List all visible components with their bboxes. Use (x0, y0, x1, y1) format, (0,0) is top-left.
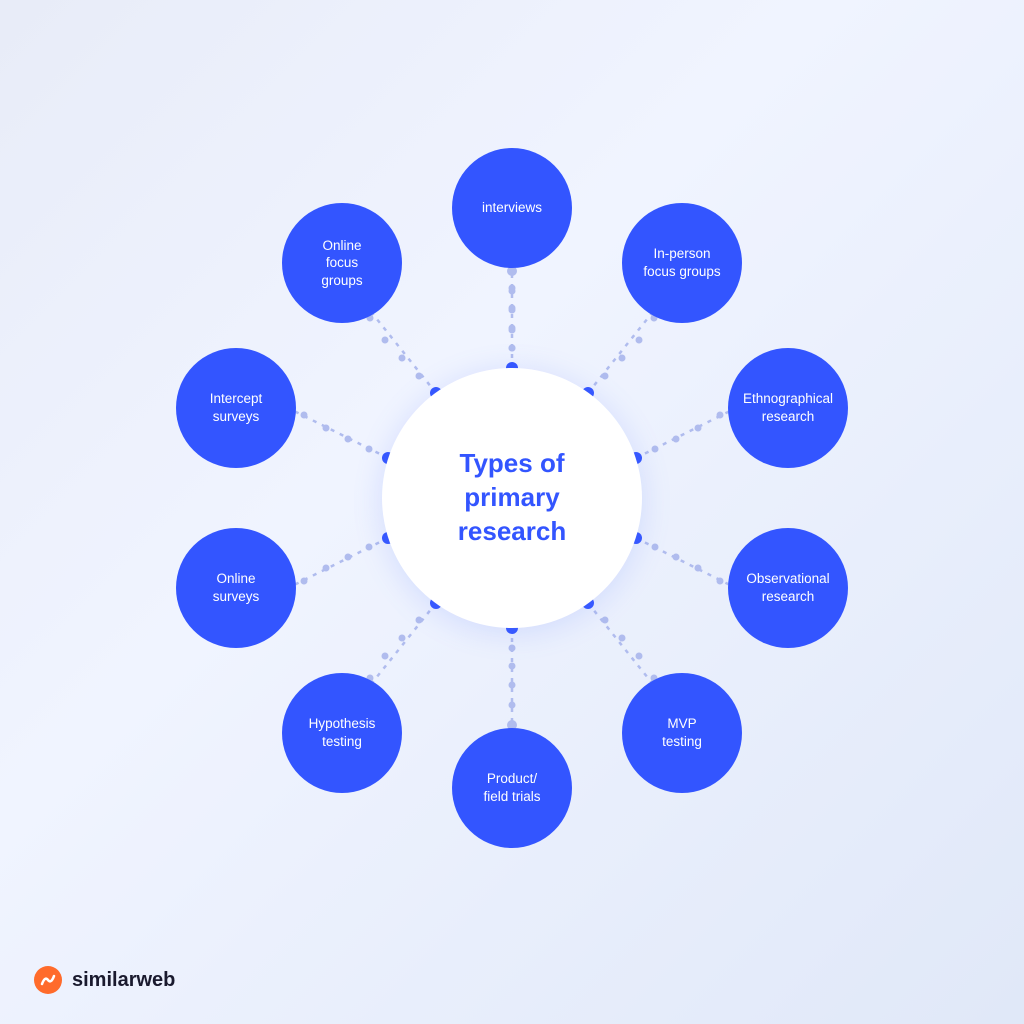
satellite-product-field-trials: Product/field trials (452, 728, 572, 848)
logo: similarweb (32, 964, 175, 996)
satellite-interviews: interviews (452, 148, 572, 268)
satellite-label: Hypothesistesting (309, 715, 376, 750)
satellite-online-focus-groups: Onlinefocusgroups (282, 203, 402, 323)
satellite-hypothesis-testing: Hypothesistesting (282, 673, 402, 793)
satellite-mvp-testing: MVPtesting (622, 673, 742, 793)
diagram-container: Types of primary research interviews In-… (162, 148, 862, 848)
satellite-label: MVPtesting (662, 715, 702, 750)
similarweb-logo-text: similarweb (72, 969, 175, 992)
satellite-intercept-surveys: Interceptsurveys (176, 348, 296, 468)
satellite-label: Onlinesurveys (213, 570, 260, 605)
similarweb-logo-icon (32, 964, 64, 996)
satellite-label: Interceptsurveys (210, 390, 263, 425)
satellite-label: Product/field trials (483, 770, 540, 805)
satellite-label: Ethnographicalresearch (743, 390, 833, 425)
satellite-observational-research: Observationalresearch (728, 528, 848, 648)
satellite-online-surveys: Onlinesurveys (176, 528, 296, 648)
center-title: Types of primary research (438, 427, 586, 568)
satellite-ethnographical-research: Ethnographicalresearch (728, 348, 848, 468)
satellite-label: Onlinefocusgroups (321, 237, 362, 290)
satellite-label: Observationalresearch (746, 570, 829, 605)
center-circle: Types of primary research (382, 368, 642, 628)
satellite-label: interviews (482, 199, 542, 217)
satellite-label: In-personfocus groups (643, 245, 720, 280)
satellite-in-person-focus-groups: In-personfocus groups (622, 203, 742, 323)
